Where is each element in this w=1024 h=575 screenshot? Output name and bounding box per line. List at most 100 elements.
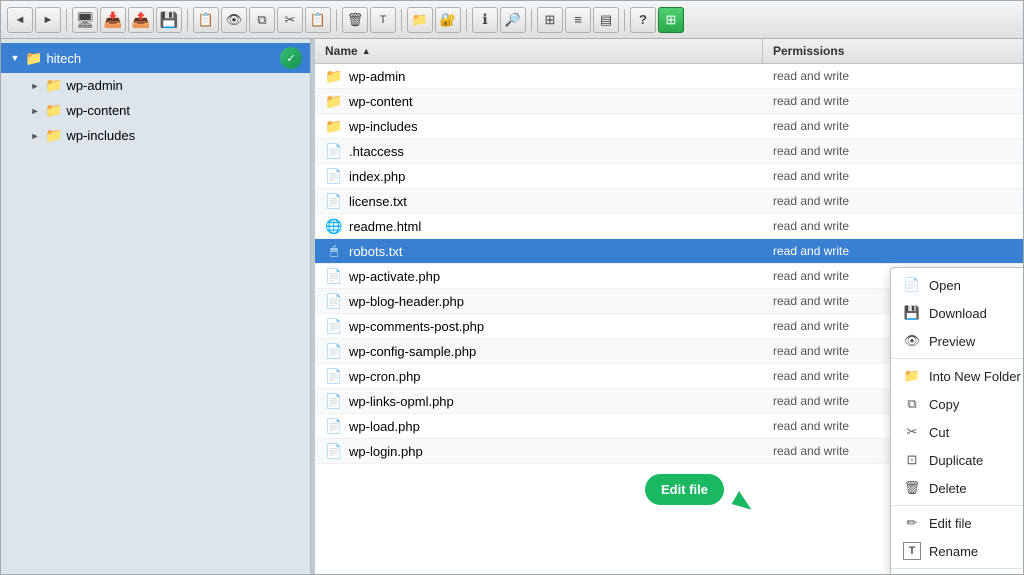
- file-name-cell: 🌐 readme.html: [315, 217, 763, 235]
- toolbar-separator-5: [466, 9, 467, 31]
- cm-copy[interactable]: ⧉ Copy: [891, 390, 1023, 418]
- file-name-cell: 📁 wp-content: [315, 92, 763, 110]
- table-row-selected[interactable]: 🖱 robots.txt read and write: [315, 239, 1023, 264]
- upload-btn[interactable]: 📤: [128, 7, 154, 33]
- details-btn[interactable]: ▤: [593, 7, 619, 33]
- php-icon: 📄: [325, 267, 343, 285]
- wp-admin-folder-icon: 📁: [45, 77, 62, 94]
- file-name-cell: 📄 wp-config-sample.php: [315, 342, 763, 360]
- table-row[interactable]: 📄 license.txt read and write: [315, 189, 1023, 214]
- sidebar-expand-hitech[interactable]: ▼: [9, 52, 21, 64]
- list-btn[interactable]: ≡: [565, 7, 591, 33]
- sidebar-item-wp-includes[interactable]: ► 📁 wp-includes: [1, 123, 310, 148]
- hitech-badge-icon: ✓: [286, 52, 295, 65]
- cm-duplicate[interactable]: ⊡ Duplicate: [891, 446, 1023, 474]
- file-permissions-cell: read and write: [763, 69, 1023, 83]
- expand-btn[interactable]: ⊞: [658, 7, 684, 33]
- sort-icon: ▲: [362, 46, 371, 56]
- into-new-folder-icon: 📁: [903, 367, 921, 385]
- preview-cm-icon: 👁: [903, 332, 921, 350]
- php-icon: 📄: [325, 317, 343, 335]
- eye-btn[interactable]: 👁: [221, 7, 247, 33]
- help-btn[interactable]: ?: [630, 7, 656, 33]
- delete-btn[interactable]: 🗑: [342, 7, 368, 33]
- context-menu-separator-2: [891, 505, 1023, 506]
- php-icon: 📄: [325, 442, 343, 460]
- open-button[interactable]: 🖥: [72, 7, 98, 33]
- file-permissions-cell: read and write: [763, 94, 1023, 108]
- file-name-cell: 📄 wp-load.php: [315, 417, 763, 435]
- cm-cut[interactable]: ✂ Cut: [891, 418, 1023, 446]
- toolbar-separator-1: [66, 9, 67, 31]
- file-name-cell: 📄 .htaccess: [315, 142, 763, 160]
- txt-icon: 📄: [325, 192, 343, 210]
- header-name[interactable]: Name ▲: [315, 39, 763, 63]
- htaccess-icon: 📄: [325, 142, 343, 160]
- view-btn[interactable]: 📋: [193, 7, 219, 33]
- hitech-folder-icon: 📁: [25, 50, 42, 67]
- open-icon: 📄: [903, 276, 921, 294]
- file-name-cell: 📁 wp-admin: [315, 67, 763, 85]
- cut-cm-icon: ✂: [903, 423, 921, 441]
- delete-cm-icon: 🗑: [903, 479, 921, 497]
- save-btn[interactable]: 💾: [156, 7, 182, 33]
- sidebar-expand-wp-content[interactable]: ►: [29, 105, 41, 117]
- toolbar: ◄ ► 🖥 📥 📤 💾 📋 👁 ⧉ ✂ 📋 🗑 T 📁 🔐 ℹ 🔎 ⊞ ≡ ▤ …: [1, 1, 1023, 39]
- permissions-btn[interactable]: 🔐: [435, 7, 461, 33]
- cm-create-archive[interactable]: 📦 Create archive: [891, 572, 1023, 574]
- file-permissions-cell: read and write: [763, 169, 1023, 183]
- preview-btn[interactable]: 🔎: [500, 7, 526, 33]
- sidebar-label-wp-admin: wp-admin: [66, 78, 122, 93]
- table-row[interactable]: 📄 .htaccess read and write: [315, 139, 1023, 164]
- toolbar-separator-7: [624, 9, 625, 31]
- sidebar-expand-wp-includes[interactable]: ►: [29, 130, 41, 142]
- file-name-cell: 📄 license.txt: [315, 192, 763, 210]
- sidebar-expand-wp-admin[interactable]: ►: [29, 80, 41, 92]
- html-icon: 🌐: [325, 217, 343, 235]
- header-permissions[interactable]: Permissions: [763, 39, 1023, 63]
- rename-btn[interactable]: T: [370, 7, 396, 33]
- forward-button[interactable]: ►: [35, 7, 61, 33]
- cm-edit-file[interactable]: ✏ Edit file: [891, 509, 1023, 537]
- sidebar-item-wp-content[interactable]: ► 📁 wp-content: [1, 98, 310, 123]
- file-permissions-cell: read and write: [763, 194, 1023, 208]
- file-permissions-cell: read and write: [763, 144, 1023, 158]
- table-row[interactable]: 📁 wp-includes read and write: [315, 114, 1023, 139]
- callout-edit-file: Edit file: [645, 474, 724, 505]
- folder-icon: 📁: [325, 92, 343, 110]
- sidebar-item-hitech[interactable]: ▼ 📁 hitech ✓: [1, 43, 310, 73]
- file-name-cell: 📄 wp-comments-post.php: [315, 317, 763, 335]
- php-icon: 📄: [325, 292, 343, 310]
- file-name-cell: 📄 index.php: [315, 167, 763, 185]
- copy-cm-icon: ⧉: [903, 395, 921, 413]
- grid-btn[interactable]: ⊞: [537, 7, 563, 33]
- sidebar-item-wp-admin[interactable]: ► 📁 wp-admin: [1, 73, 310, 98]
- toolbar-separator-6: [531, 9, 532, 31]
- toolbar-separator-2: [187, 9, 188, 31]
- table-row[interactable]: 📄 index.php read and write: [315, 164, 1023, 189]
- paste-btn[interactable]: 📋: [305, 7, 331, 33]
- table-row[interactable]: 📁 wp-admin read and write: [315, 64, 1023, 89]
- cm-delete[interactable]: 🗑 Delete: [891, 474, 1023, 502]
- sidebar-label-hitech: hitech: [46, 51, 81, 66]
- cm-preview[interactable]: 👁 Preview: [891, 327, 1023, 355]
- wp-content-folder-icon: 📁: [45, 102, 62, 119]
- folder-new-btn[interactable]: 📁: [407, 7, 433, 33]
- back-button[interactable]: ◄: [7, 7, 33, 33]
- download-btn2[interactable]: 📥: [100, 7, 126, 33]
- cm-open[interactable]: 📄 Open: [891, 271, 1023, 299]
- cut-btn[interactable]: ✂: [277, 7, 303, 33]
- table-row[interactable]: 📁 wp-content read and write: [315, 89, 1023, 114]
- toolbar-separator-4: [401, 9, 402, 31]
- folder-icon: 📁: [325, 117, 343, 135]
- copy-btn2[interactable]: ⧉: [249, 7, 275, 33]
- toolbar-separator-3: [336, 9, 337, 31]
- table-row[interactable]: 🌐 readme.html read and write: [315, 214, 1023, 239]
- info-btn[interactable]: ℹ: [472, 7, 498, 33]
- file-name-cell: 📁 wp-includes: [315, 117, 763, 135]
- cm-rename[interactable]: T Rename: [891, 537, 1023, 565]
- php-icon: 📄: [325, 417, 343, 435]
- download-icon: 💾: [903, 304, 921, 322]
- cm-download[interactable]: 💾 Download ▶: [891, 299, 1023, 327]
- cm-into-new-folder[interactable]: 📁 Into New Folder: [891, 362, 1023, 390]
